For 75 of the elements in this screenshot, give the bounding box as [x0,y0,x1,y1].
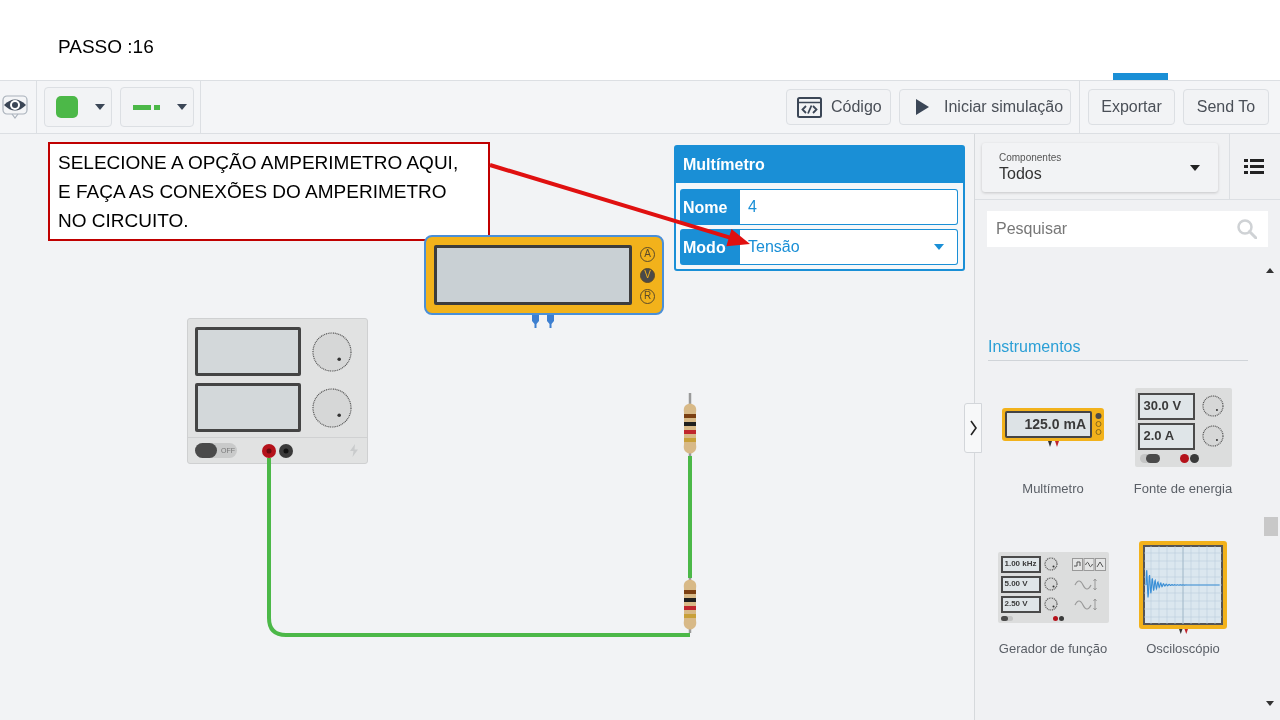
mode-dots-icon [1095,412,1102,436]
collapse-panel-button[interactable] [964,403,982,453]
field-label: Modo [683,240,726,256]
multimeter[interactable]: A V R [424,235,664,315]
terminals-icon [1052,615,1064,621]
knob-icon [1043,577,1058,591]
reading-display: 30.0 V [1137,392,1195,420]
code-window-icon [797,96,822,118]
positive-terminal-icon [262,443,276,458]
instruction-note: SELECIONE A OPÇÃO AMPERIMETRO AQUI, E FAÇA AS CONEXÕES DO AMPERIMETRO NO CIRCUITO. [48,142,490,241]
export-button[interactable]: Exportar [1088,89,1175,125]
panel-title: Multímetro [676,147,963,183]
fill-color-button[interactable] [44,87,112,127]
select-value: Tensão [748,237,800,257]
resistor[interactable] [682,393,698,456]
resistor[interactable] [682,578,698,633]
knob-icon [312,387,352,428]
knob-icon [1043,557,1058,571]
color-swatch-icon [56,96,78,118]
probe-connector-icon [546,315,555,328]
start-simulation-button[interactable]: Iniciar simulação [899,89,1071,125]
switch-knob-icon [195,443,217,458]
eye-icon[interactable] [2,95,28,119]
caret-icon [177,104,187,110]
reading-display: 5.00 V [1000,575,1041,593]
search-field[interactable]: Pesquisar [987,211,1268,247]
send-to-button[interactable]: Send To [1183,89,1269,125]
reading-display: 1.00 kHz [1000,555,1041,573]
probe-connector-icon [531,315,540,328]
power-supply-thumbnail[interactable]: 30.0 V 2.0 A [1134,387,1232,467]
caret-icon [934,244,944,250]
negative-terminal-icon [279,443,293,458]
dropdown-value: Todos [999,163,1043,184]
component-label: Osciloscópio [1146,641,1220,657]
probe-leads-icon [1047,440,1059,447]
switch-icon [1139,453,1160,463]
knob-icon [1201,395,1224,417]
dropdown-label: Componentes [999,151,1062,164]
component-label: Gerador de função [998,641,1108,657]
scroll-down-icon[interactable] [1266,701,1274,706]
mode-select[interactable]: Tensão [740,229,958,265]
component-label: Multímetro [1022,481,1084,497]
name-input[interactable]: 4 [740,189,958,225]
code-button[interactable]: Código [786,89,891,125]
sine-wave-icon [1073,577,1098,591]
knob-icon [1043,597,1058,611]
scrollbar-thumb[interactable] [1264,517,1278,536]
reading-display: 2.50 V [1000,595,1041,613]
lightning-icon [350,444,358,457]
multimeter-thumbnail[interactable]: 125.0 mA [1002,407,1104,441]
scroll-up-icon[interactable] [1266,268,1274,273]
caret-icon [1190,164,1200,171]
chevron-right-icon [969,420,977,436]
search-icon [1237,219,1257,239]
switch-icon [1000,615,1013,621]
play-icon [916,99,929,115]
reading-display: 2.0 A [1137,422,1195,450]
components-dropdown[interactable]: Componentes Todos [982,143,1218,192]
waveform-buttons-icon [1071,557,1106,571]
component-label: Fonte de energia [1133,481,1233,497]
section-heading: Instrumentos [988,337,1081,357]
mode-button[interactable]: V [640,267,655,283]
slide-title: PASSO :16 [58,36,154,58]
active-tab-indicator [1113,73,1168,80]
reading-display: 125.0 mA [1005,410,1092,438]
knob-icon [1201,425,1224,447]
list-view-icon[interactable] [1244,159,1264,174]
field-label: Nome [683,200,728,216]
sine-wave-icon [1073,597,1098,611]
caret-icon [95,104,105,110]
function-generator-thumbnail[interactable]: 1.00 kHz 5.00 V 2.50 V [997,551,1109,623]
probe-leads-icon [1178,628,1188,634]
dashed-line-icon [133,104,160,110]
terminals-icon [1179,453,1199,463]
knob-icon [312,331,352,372]
